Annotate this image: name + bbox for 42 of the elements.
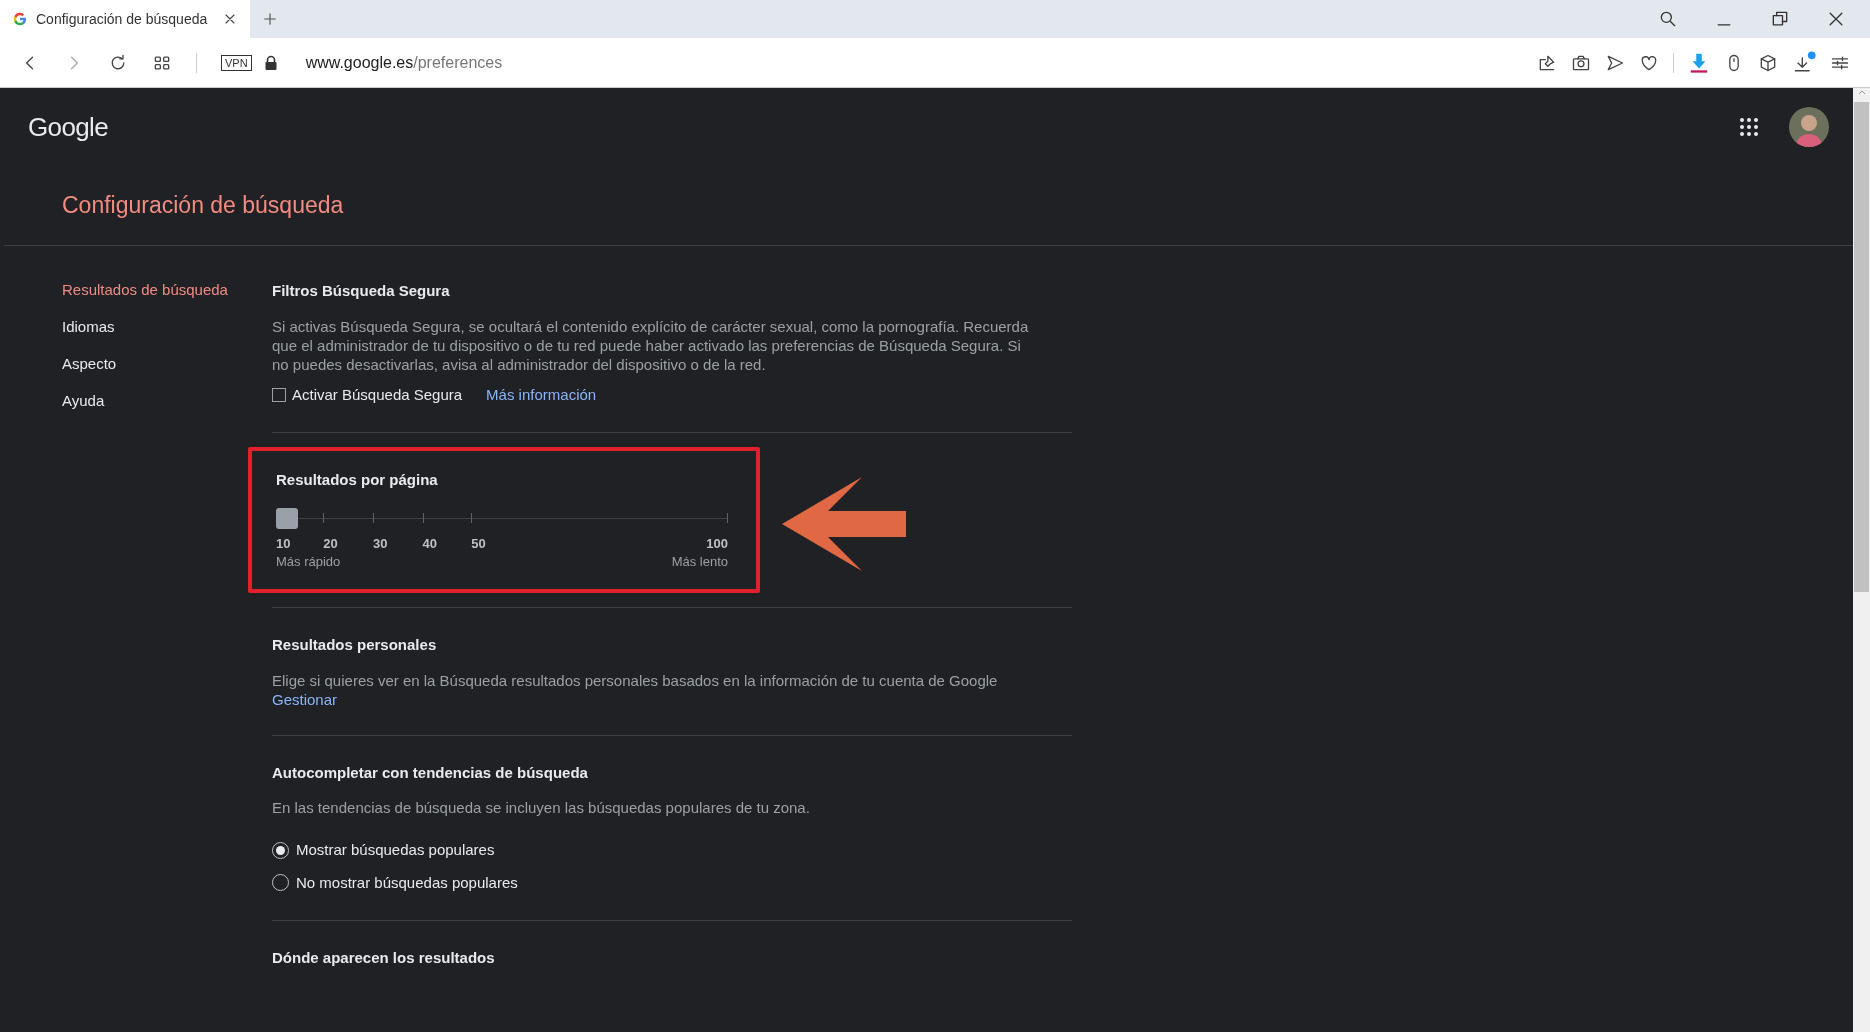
cube-icon[interactable]: [1758, 52, 1778, 73]
lock-icon: [263, 54, 278, 71]
sidebar-item[interactable]: Resultados de búsqueda: [62, 280, 228, 299]
sidebar-item[interactable]: Ayuda: [62, 391, 105, 410]
section-heading: Resultados personales: [272, 635, 438, 655]
radio-option[interactable]: No mostrar búsquedas populares: [272, 871, 518, 894]
section-description: En las tendencias de búsqueda se incluyen las búsquedas populares de tu zona.: [272, 798, 811, 817]
scrollbar[interactable]: [1853, 88, 1870, 1032]
browser-tab[interactable]: Configuración de búsqueda: [0, 0, 250, 38]
tab-title: Configuración de búsqueda: [36, 9, 208, 29]
section-heading: Autocompletar con tendencias de búsqueda: [272, 762, 589, 783]
link[interactable]: Gestionar: [272, 690, 338, 708]
google-logo: Google: [28, 110, 108, 144]
section-heading: Resultados por página: [276, 470, 439, 490]
tick-label: 10: [276, 534, 291, 553]
tick-label: 30: [372, 534, 388, 553]
section-description: Elige si quieres ver en la Búsqueda resultados personales basados en la información de tu cuenta de Google Gestionar: [272, 670, 999, 709]
slider-caption: Más rápido: [276, 552, 341, 571]
slider[interactable]: [276, 507, 728, 530]
radio-option[interactable]: Mostrar búsquedas populares: [272, 839, 495, 862]
url-field[interactable]: www.google.es/preferences: [305, 50, 503, 75]
section-heading: Filtros Búsqueda Segura: [272, 281, 451, 301]
slider-caption: Más lento: [671, 552, 728, 571]
search-icon[interactable]: [1658, 9, 1678, 29]
vpn-badge[interactable]: VPN: [221, 54, 252, 71]
checkbox[interactable]: Activar Búsqueda Segura: [272, 383, 463, 406]
arrow-icon: [782, 477, 906, 571]
slider-thumb[interactable]: [276, 507, 298, 529]
tick-label: 20: [323, 534, 338, 553]
section-description: Si activas Búsqueda Segura, se ocultará el contenido explícito de carácter sexual, como la pornografía. Recuerda que el administrador de tu dispositivo o de tu red puede haber activado las preferencias de Búsqueda Segura. Si no puedes desactivarlas, avisa al administrador del dispositivo o de la red.: [272, 316, 1030, 374]
google-g-icon: [12, 11, 28, 27]
apps-grid-icon[interactable]: [1739, 117, 1759, 137]
link[interactable]: Más información: [486, 383, 597, 406]
tick-label: 50: [471, 534, 486, 553]
tick-label: 40: [422, 534, 438, 553]
section-heading: Dónde aparecen los resultados: [272, 948, 496, 968]
page-title: Configuración de búsqueda: [62, 191, 344, 221]
sidebar-item[interactable]: Idiomas: [62, 317, 115, 336]
sidebar-item[interactable]: Aspecto: [62, 354, 117, 373]
avatar[interactable]: [1789, 107, 1829, 147]
tick-label: 100: [706, 534, 728, 553]
download-arrow-icon[interactable]: [1688, 51, 1710, 74]
